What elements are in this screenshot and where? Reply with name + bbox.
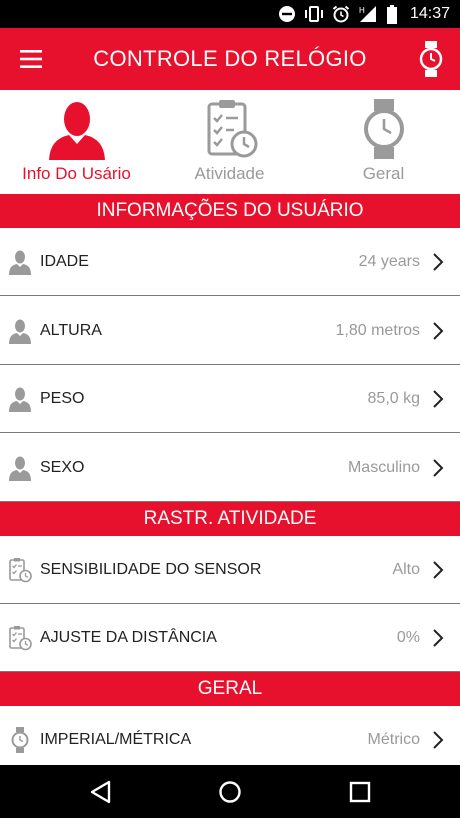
- row-value: 24 years: [358, 253, 420, 270]
- row-label: SENSIBILIDADE DO SENSOR: [40, 561, 262, 578]
- clipboard-clock-icon: [9, 558, 32, 583]
- settings-row-sex[interactable]: SEXO Masculino: [0, 434, 460, 502]
- row-label: PESO: [40, 390, 85, 407]
- section-header-user-info: INFORMAÇÕES DO USUÁRIO: [0, 194, 460, 228]
- tab-label: Geral: [362, 164, 405, 183]
- tab-user-info[interactable]: Info Do Usário: [0, 90, 153, 192]
- settings-row-age[interactable]: IDADE 24 years: [0, 228, 460, 296]
- user-icon: [9, 456, 31, 481]
- row-label: AJUSTE DA DISTÂNCIA: [40, 629, 217, 646]
- row-label: ALTURA: [40, 322, 102, 339]
- section-header-general: GERAL: [0, 672, 460, 706]
- alarm-icon: [332, 5, 350, 23]
- vibrate-icon: [304, 6, 323, 22]
- row-label: SEXO: [40, 459, 85, 476]
- row-value: Alto: [392, 561, 420, 578]
- user-icon: [9, 250, 31, 275]
- svg-text:H: H: [359, 6, 365, 15]
- chevron-right-icon: [433, 253, 444, 271]
- chevron-right-icon: [433, 561, 444, 579]
- tab-bar: Info Do Usário Atividade Geral: [0, 90, 460, 192]
- user-icon: [9, 387, 31, 412]
- row-value: 0%: [396, 629, 420, 646]
- tab-activity[interactable]: Atividade: [153, 90, 306, 192]
- tab-label: Atividade: [194, 164, 265, 183]
- watch-icon[interactable]: [416, 40, 446, 78]
- app-bar: CONTROLE DO RELÓGIO: [0, 28, 460, 90]
- chevron-right-icon: [433, 390, 444, 408]
- chevron-right-icon: [433, 731, 444, 749]
- recents-icon[interactable]: [346, 778, 374, 806]
- row-value: 1,80 metros: [335, 322, 420, 339]
- section-header-activity: RASTR. ATIVIDADE: [0, 502, 460, 536]
- battery-icon: [386, 4, 397, 24]
- tab-general[interactable]: Geral: [307, 90, 460, 192]
- watch-icon: [11, 727, 29, 753]
- status-time: 14:37: [409, 5, 450, 22]
- do-not-disturb-icon: [278, 6, 295, 22]
- settings-row-height[interactable]: ALTURA 1,80 metros: [0, 297, 460, 365]
- home-icon[interactable]: [216, 778, 244, 806]
- signal-icon: H: [359, 6, 376, 22]
- clipboard-clock-icon: [9, 626, 32, 651]
- user-icon: [48, 102, 105, 160]
- row-value: Métrico: [367, 731, 420, 748]
- settings-row-distance-adjust[interactable]: AJUSTE DA DISTÂNCIA 0%: [0, 604, 460, 672]
- back-icon[interactable]: [87, 778, 115, 806]
- row-value: 85,0 kg: [367, 390, 420, 407]
- chevron-right-icon: [433, 459, 444, 477]
- user-icon: [9, 319, 31, 344]
- row-label: IMPERIAL/MÉTRICA: [40, 731, 192, 748]
- watch-icon: [363, 99, 404, 159]
- tab-label: Info Do Usário: [22, 164, 131, 183]
- settings-row-sensor-sensitivity[interactable]: SENSIBILIDADE DO SENSOR Alto: [0, 536, 460, 604]
- row-label: IDADE: [40, 253, 89, 270]
- chevron-right-icon: [433, 322, 444, 340]
- system-nav-bar: [0, 765, 460, 818]
- row-value: Masculino: [347, 459, 420, 476]
- page-title: CONTROLE DO RELÓGIO: [93, 46, 367, 71]
- chevron-right-icon: [433, 629, 444, 647]
- status-bar: H 14:37: [0, 0, 460, 28]
- clipboard-clock-icon: [207, 100, 257, 158]
- settings-row-weight[interactable]: PESO 85,0 kg: [0, 365, 460, 433]
- settings-row-units[interactable]: IMPERIAL/MÉTRICA Métrico: [0, 706, 460, 774]
